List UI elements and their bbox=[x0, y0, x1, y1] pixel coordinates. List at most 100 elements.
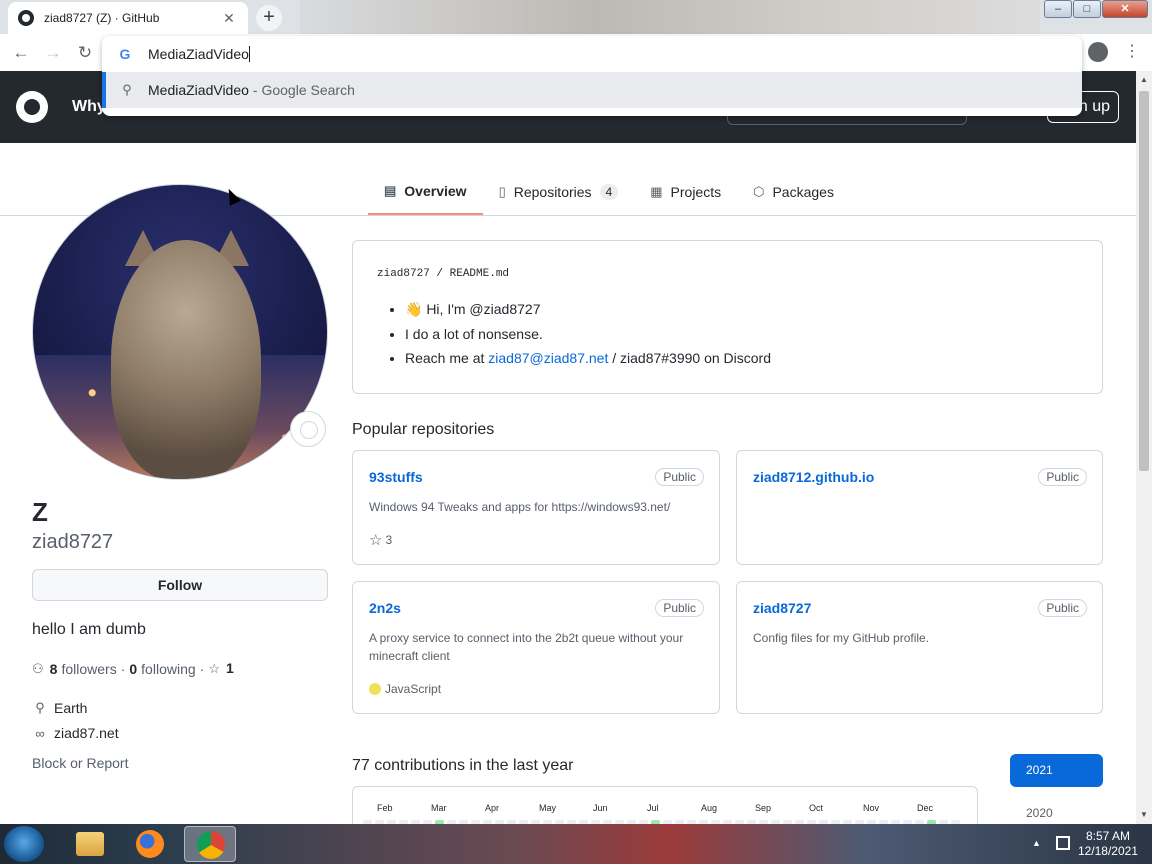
cat-figure bbox=[111, 240, 261, 479]
github-logo-icon[interactable] bbox=[16, 91, 48, 123]
location-pin-icon: ⚲ bbox=[35, 700, 45, 715]
year-2020-link[interactable]: 2020 bbox=[1026, 806, 1053, 820]
readme-line: 👋 Hi, I'm @ziad8727 bbox=[405, 301, 771, 318]
forward-arrow-icon[interactable]: → bbox=[40, 40, 66, 66]
window-controls: – □ ✕ bbox=[1043, 0, 1148, 18]
calendar-month-label: Jul bbox=[647, 803, 659, 813]
windows-taskbar: ▲ 8:57 AM 12/18/2021 bbox=[0, 824, 1152, 864]
profile-tabs: ▤ Overview ▯ Repositories 4 ▦ Projects ⬡… bbox=[368, 169, 850, 215]
google-g-icon: G bbox=[119, 46, 131, 62]
close-tab-icon[interactable]: ✕ bbox=[220, 10, 238, 27]
repo-name-link[interactable]: ziad8727 bbox=[753, 600, 811, 616]
minimize-button[interactable]: – bbox=[1044, 0, 1072, 18]
omnibox-input-row[interactable]: G MediaZiadVideo bbox=[102, 36, 1082, 72]
scrollbar-thumb[interactable] bbox=[1139, 91, 1149, 471]
tab-title: ziad8727 (Z) · GitHub bbox=[44, 11, 160, 25]
page-scrollbar[interactable]: ▲ ▼ bbox=[1136, 71, 1152, 824]
calendar-month-label: Mar bbox=[431, 803, 447, 813]
address-bar-input[interactable]: MediaZiadVideo bbox=[148, 46, 249, 62]
omnibox-suggestion[interactable]: ⚲ MediaZiadVideo - Google Search bbox=[102, 72, 1082, 108]
email-link[interactable]: ziad87@ziad87.net bbox=[488, 350, 608, 366]
follow-button[interactable]: Follow bbox=[32, 569, 328, 601]
scroll-up-icon[interactable]: ▲ bbox=[1136, 73, 1152, 87]
following-link[interactable]: 0 following bbox=[129, 661, 195, 677]
avatar[interactable] bbox=[32, 184, 328, 480]
profile-location: ⚲ Earth bbox=[32, 700, 87, 716]
profile-avatar-icon[interactable] bbox=[1088, 42, 1108, 62]
maximize-button[interactable]: □ bbox=[1073, 0, 1101, 18]
readme-path[interactable]: ziad8727 / README.md bbox=[377, 268, 509, 280]
year-2021-button[interactable]: 2021 bbox=[1010, 754, 1103, 787]
repo-name-link[interactable]: 93stuffs bbox=[369, 469, 423, 485]
browser-menu-icon[interactable]: ⋮ bbox=[1124, 42, 1140, 64]
page-viewport: Why n up ▤ Overview ▯ Repositories 4 ▦ P… bbox=[0, 71, 1136, 824]
search-icon: ⚲ bbox=[122, 82, 132, 97]
repo-name-link[interactable]: ziad8712.github.io bbox=[753, 469, 874, 485]
language-color-dot bbox=[369, 683, 381, 695]
repo-card: 2n2s Public A proxy service to connect i… bbox=[352, 581, 720, 714]
tab-packages[interactable]: ⬡ Packages bbox=[737, 169, 850, 215]
repo-description: Windows 94 Tweaks and apps for https://w… bbox=[369, 500, 671, 514]
header-why-link[interactable]: Why bbox=[72, 98, 106, 116]
text-caret bbox=[248, 46, 250, 62]
taskbar-chrome[interactable] bbox=[184, 826, 236, 862]
repo-name-link[interactable]: 2n2s bbox=[369, 600, 401, 616]
github-favicon-icon bbox=[18, 10, 34, 26]
visibility-badge: Public bbox=[1038, 599, 1087, 617]
network-icon[interactable] bbox=[1056, 836, 1070, 850]
stars-count: 1 bbox=[225, 660, 234, 676]
tab-projects[interactable]: ▦ Projects bbox=[634, 169, 737, 215]
website-link[interactable]: ziad87.net bbox=[54, 725, 119, 741]
contributions-title: 77 contributions in the last year bbox=[352, 757, 574, 774]
browser-tab[interactable]: ziad8727 (Z) · GitHub ✕ bbox=[8, 2, 248, 34]
repo-star-count: 3 bbox=[385, 533, 393, 547]
tab-label: Overview bbox=[404, 183, 467, 199]
status-emoji-button[interactable] bbox=[290, 411, 326, 447]
repo-card: ziad8727 Public Config files for my GitH… bbox=[736, 581, 1103, 714]
reload-icon[interactable]: ↻ bbox=[72, 40, 98, 66]
close-window-button[interactable]: ✕ bbox=[1102, 0, 1148, 18]
tab-label: Projects bbox=[670, 184, 722, 200]
block-or-report-link[interactable]: Block or Report bbox=[32, 755, 128, 771]
star-icon: ☆ bbox=[369, 532, 383, 549]
contribution-calendar: Feb Mar Apr May Jun Jul Aug Sep Oct Nov Dec bbox=[352, 786, 978, 824]
folder-icon bbox=[76, 832, 104, 856]
profile-login: ziad8727 bbox=[32, 531, 114, 553]
repo-description: A proxy service to connect into the 2b2t… bbox=[369, 631, 684, 663]
calendar-month-label: Oct bbox=[809, 803, 824, 813]
readme-line: Reach me at ziad87@ziad87.net / ziad87#3… bbox=[405, 350, 771, 366]
tray-expand-icon[interactable]: ▲ bbox=[1032, 838, 1041, 848]
repo-stars[interactable]: ☆ 3 bbox=[369, 531, 392, 549]
readme-line: I do a lot of nonsense. bbox=[405, 326, 771, 342]
tab-repositories[interactable]: ▯ Repositories 4 bbox=[483, 169, 635, 215]
omnibox-dropdown[interactable]: G MediaZiadVideo ⚲ MediaZiadVideo - Goog… bbox=[102, 36, 1082, 116]
people-icon: ⚇ bbox=[32, 660, 44, 676]
calendar-months: Feb Mar Apr May Jun Jul Aug Sep Oct Nov Dec bbox=[353, 803, 979, 817]
repo-card: ziad8712.github.io Public bbox=[736, 450, 1103, 565]
profile-website[interactable]: ∞ ziad87.net bbox=[32, 725, 119, 741]
chrome-icon bbox=[197, 831, 225, 859]
tab-label: Repositories bbox=[513, 184, 592, 200]
taskbar-explorer[interactable] bbox=[64, 826, 116, 862]
taskbar-clock[interactable]: 8:57 AM 12/18/2021 bbox=[1078, 829, 1138, 859]
taskbar-firefox[interactable] bbox=[124, 826, 176, 862]
following-label: following bbox=[141, 660, 196, 677]
new-tab-button[interactable]: + bbox=[256, 5, 282, 31]
language-name: JavaScript bbox=[385, 682, 442, 696]
tab-overview[interactable]: ▤ Overview bbox=[368, 169, 483, 215]
table-icon: ▦ bbox=[650, 184, 663, 199]
system-tray: ▲ 8:57 AM 12/18/2021 bbox=[1012, 824, 1152, 864]
calendar-month-label: Dec bbox=[917, 803, 934, 813]
visibility-badge: Public bbox=[655, 468, 704, 486]
start-button[interactable] bbox=[4, 826, 44, 862]
readme-card: ziad8727 / README.md 👋 Hi, I'm @ziad8727… bbox=[352, 240, 1103, 394]
back-arrow-icon[interactable]: ← bbox=[8, 40, 34, 66]
scroll-down-icon[interactable]: ▼ bbox=[1136, 808, 1152, 822]
star-icon: ☆ bbox=[208, 661, 220, 676]
readme-line-suffix: / ziad87#3990 on Discord bbox=[612, 350, 772, 366]
calendar-month-label: May bbox=[539, 803, 557, 813]
tab-strip: ziad8727 (Z) · GitHub ✕ + – □ ✕ bbox=[0, 0, 1152, 34]
repo-icon: ▯ bbox=[498, 184, 506, 199]
followers-link[interactable]: 8 followers bbox=[50, 661, 117, 677]
stars-link[interactable]: ☆ 1 bbox=[208, 660, 237, 677]
